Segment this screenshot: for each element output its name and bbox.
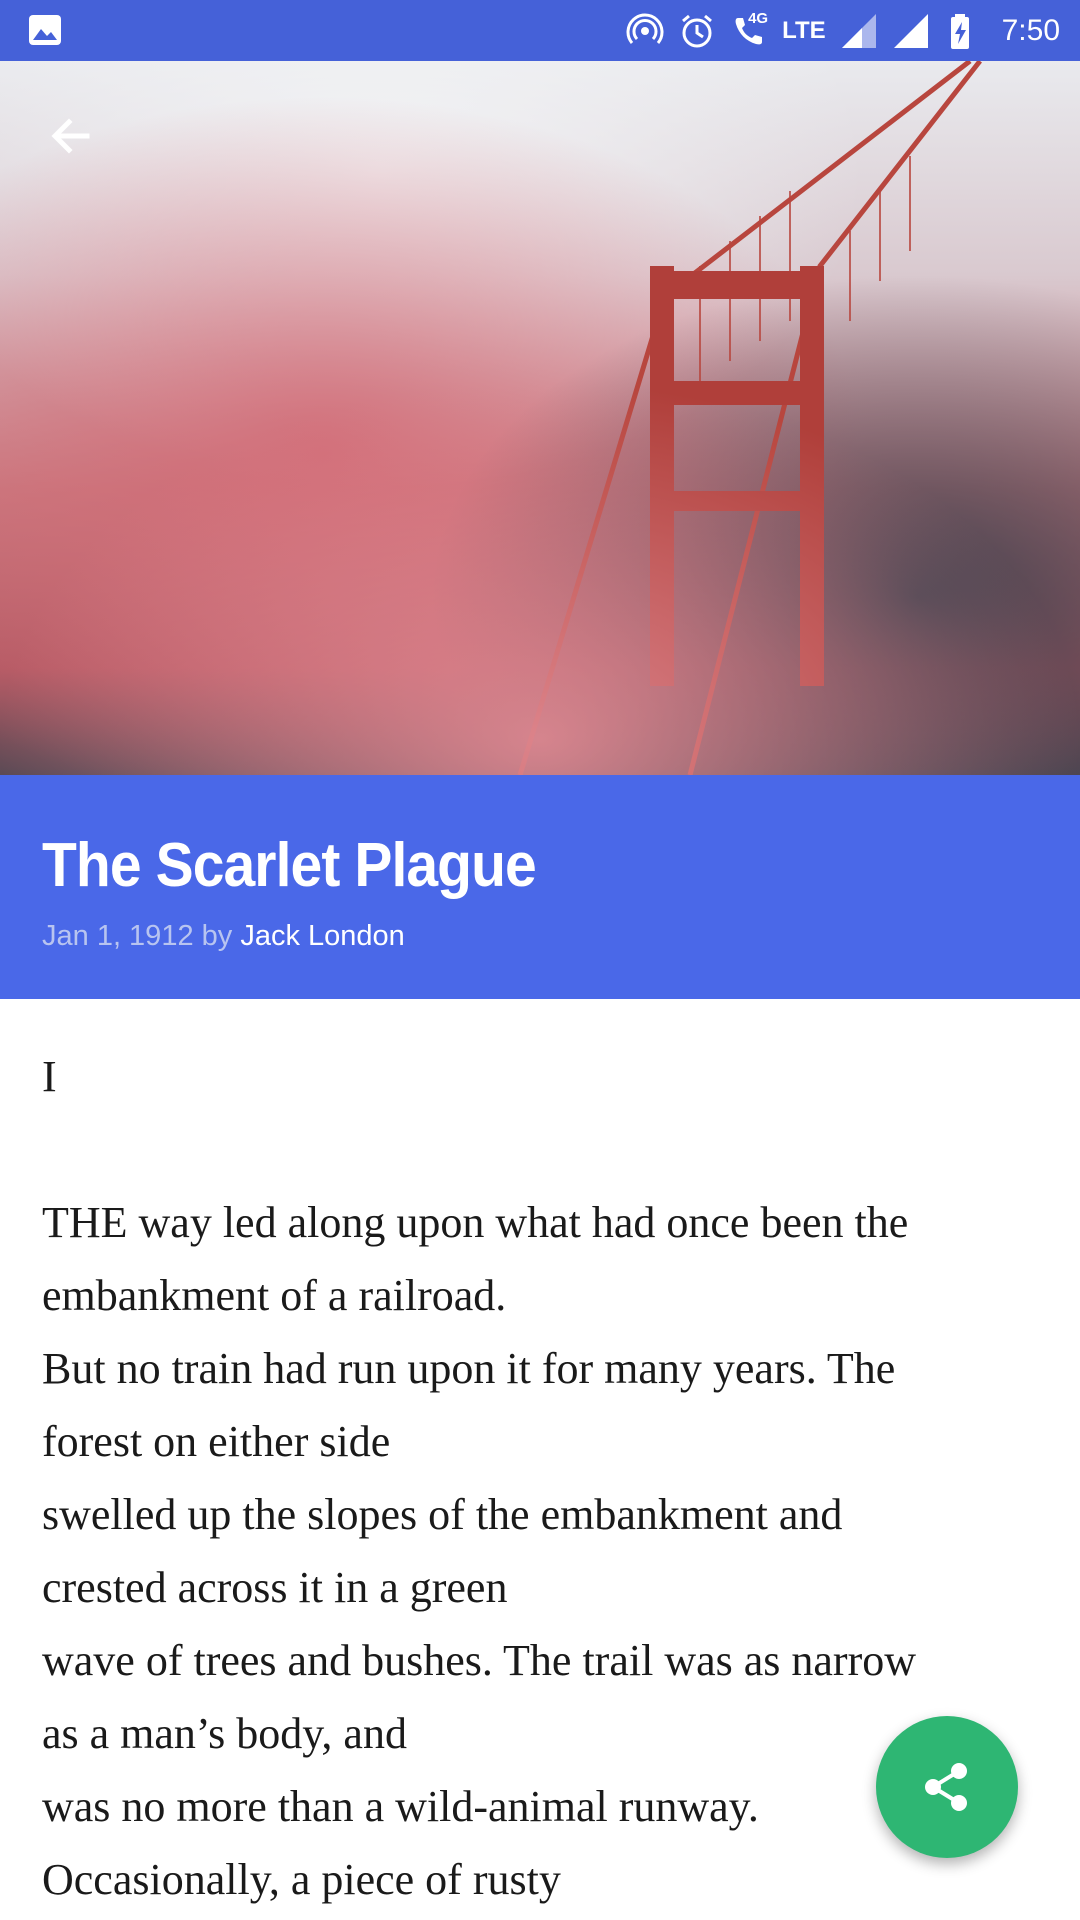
body-line: wave of trees and bushes. The trail was … xyxy=(42,1636,917,1685)
signal-icon xyxy=(840,12,878,50)
network-type-label: LTE xyxy=(782,16,826,44)
alarm-icon xyxy=(678,12,716,50)
hotspot-icon xyxy=(626,12,664,50)
author-link[interactable]: Jack London xyxy=(240,920,404,952)
chapter-heading: I xyxy=(42,1052,57,1101)
body-line: embankment of a railroad. xyxy=(42,1271,507,1320)
body-line: Occasionally, a piece of rusty xyxy=(42,1855,561,1904)
status-bar: 4G LTE 7:50 xyxy=(0,0,1080,61)
hero-image xyxy=(0,61,1080,775)
body-line: crested across it in a green xyxy=(42,1563,508,1612)
body-line: THE way led along upon what had once bee… xyxy=(42,1198,909,1247)
network-4g-label: 4G xyxy=(748,9,769,27)
status-icons: 4G LTE 7:50 xyxy=(626,0,1060,61)
image-icon xyxy=(28,14,62,46)
article-meta: Jan 1, 1912 by Jack London xyxy=(42,920,405,953)
article-title: The Scarlet Plague xyxy=(42,831,537,900)
battery-charging-icon xyxy=(944,12,982,50)
clock: 7:50 xyxy=(1001,13,1060,47)
back-button[interactable] xyxy=(36,101,106,171)
publish-date: Jan 1, 1912 xyxy=(42,920,194,952)
back-arrow-icon xyxy=(51,118,90,154)
body-line: forest on either side xyxy=(42,1417,391,1466)
wifi-calling-icon: 4G xyxy=(730,9,769,50)
bridge-fog-illustration xyxy=(0,61,1080,775)
share-button[interactable] xyxy=(876,1716,1018,1858)
body-line: But no train had run upon it for many ye… xyxy=(42,1344,896,1393)
by-label: by xyxy=(201,920,233,952)
share-icon xyxy=(925,1763,967,1811)
body-line: swelled up the slopes of the embankment … xyxy=(42,1490,843,1539)
signal-icon xyxy=(892,12,930,50)
